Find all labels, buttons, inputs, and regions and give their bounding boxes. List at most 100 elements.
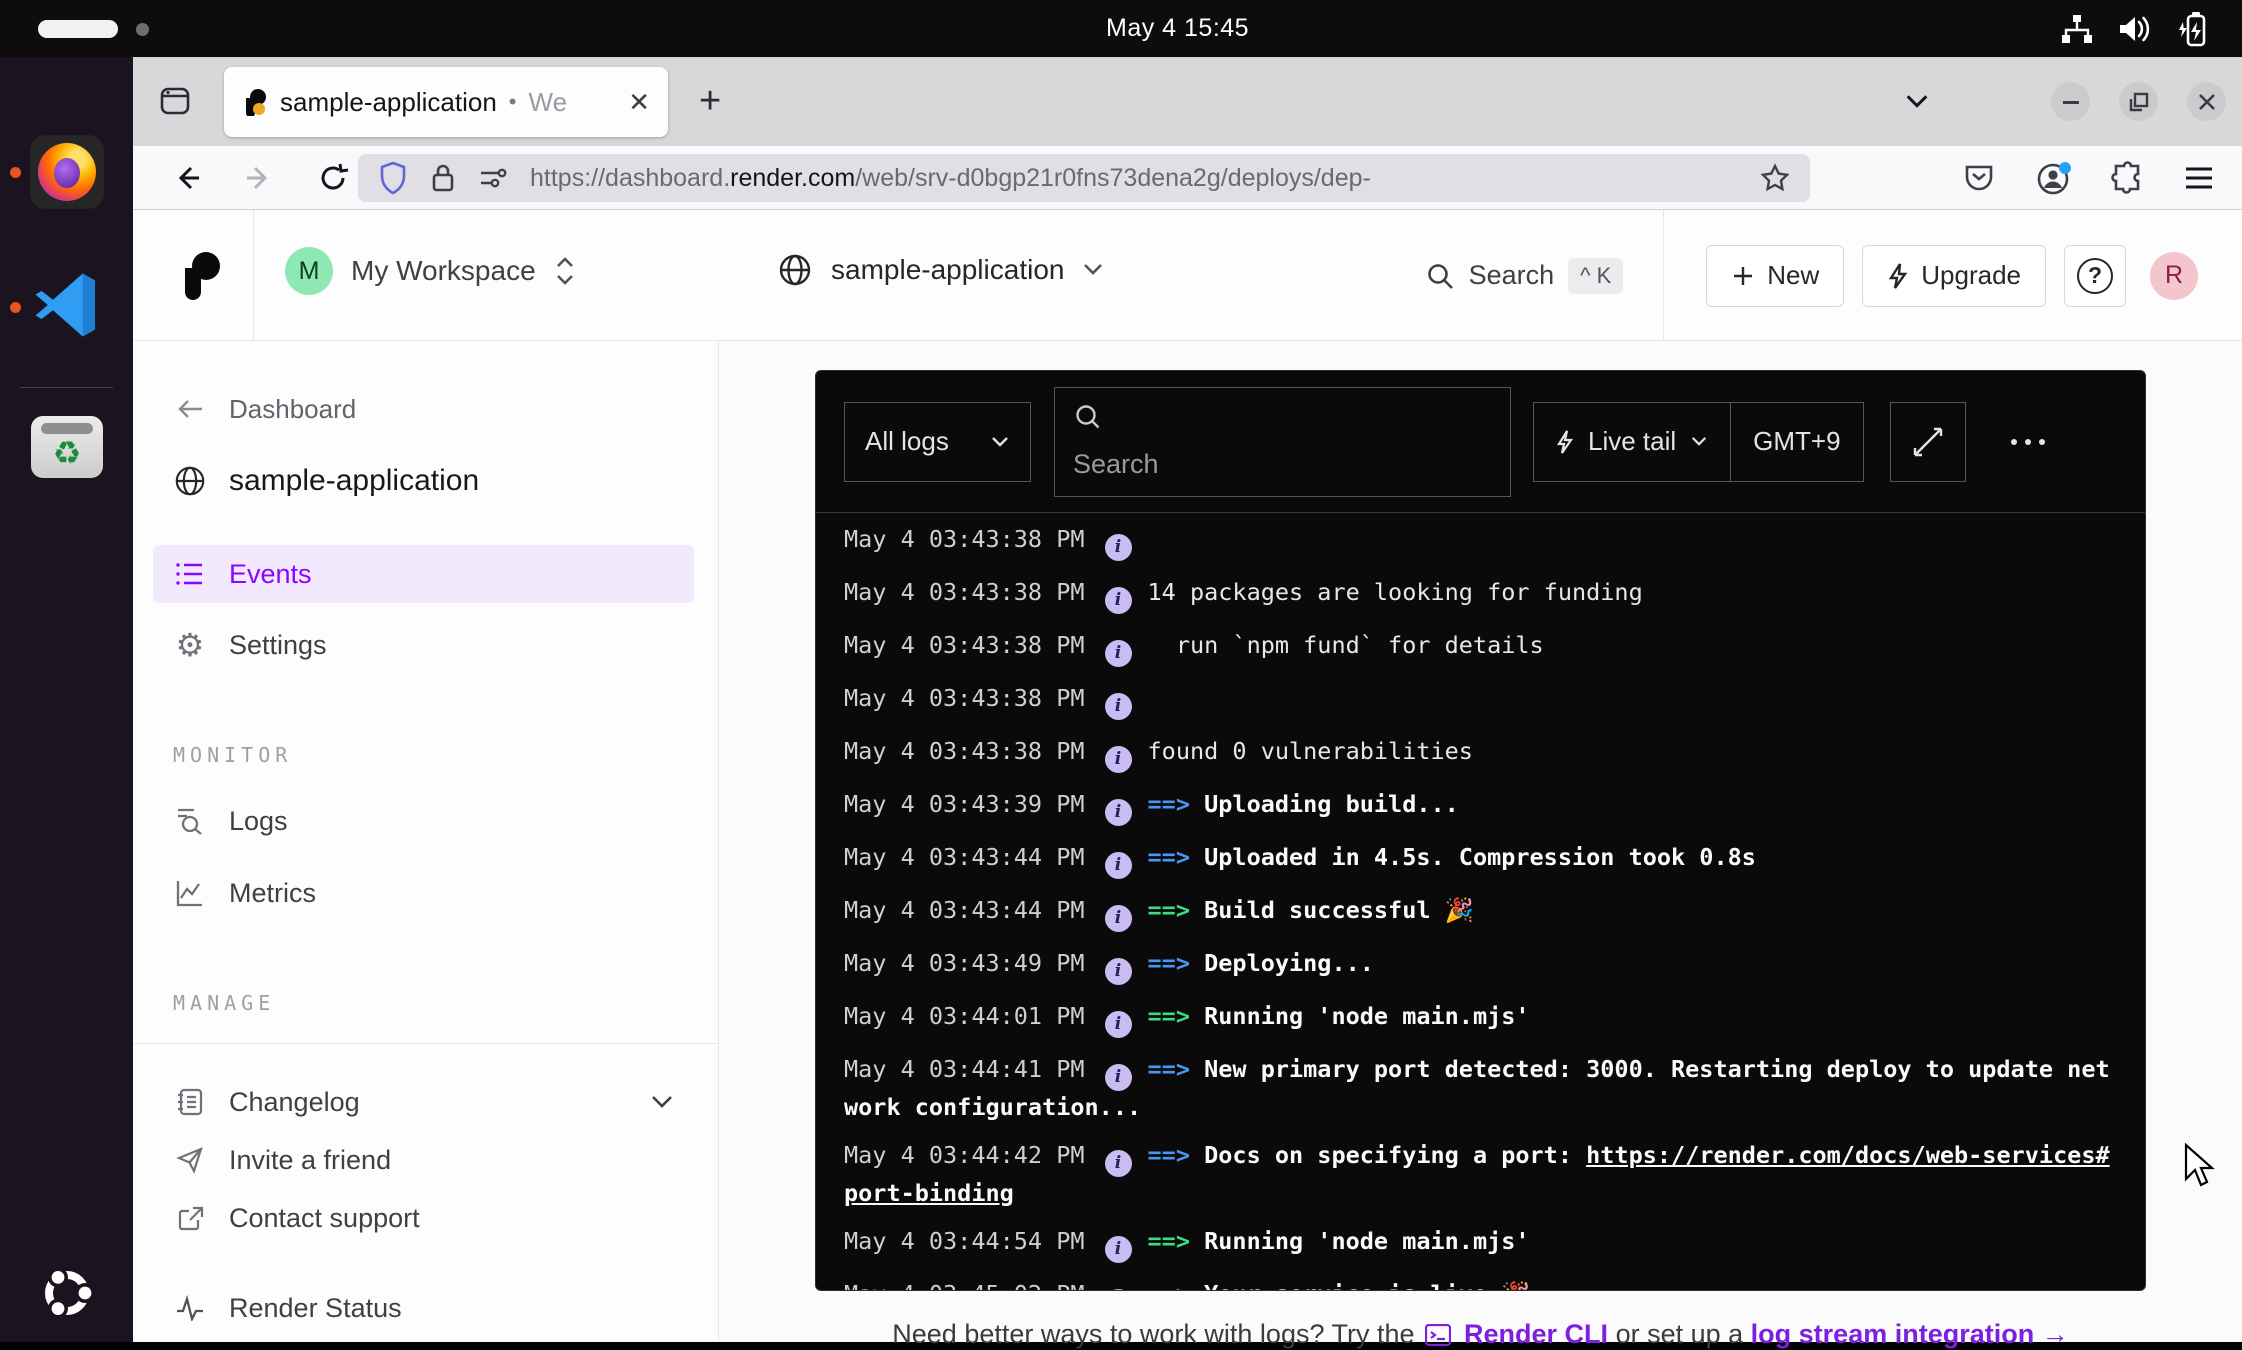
info-icon: i (1105, 1289, 1132, 1291)
menu-hamburger-icon[interactable] (2183, 164, 2215, 192)
upgrade-button[interactable]: Upgrade (1862, 245, 2046, 307)
log-filter-dropdown[interactable]: All logs (844, 402, 1031, 482)
battery-charging-icon[interactable] (2176, 10, 2212, 48)
timezone-button[interactable]: GMT+9 (1731, 403, 1862, 481)
url-domain: render.com (730, 164, 855, 192)
workspace-name: My Workspace (351, 255, 536, 287)
log-arrow: ==> (1148, 1055, 1205, 1083)
render-cli-link[interactable]: Render CLI (1464, 1319, 1608, 1349)
log-timestamp: May 4 03:44:42 PM (844, 1141, 1085, 1169)
sidebar-item-metrics[interactable]: Metrics (133, 869, 718, 917)
tab-title-truncated: We (529, 87, 568, 118)
log-timestamp: May 4 03:43:38 PM (844, 631, 1085, 659)
workspace-switcher[interactable]: M My Workspace (285, 247, 576, 295)
log-output[interactable]: May 4 03:43:38 PMiMay 4 03:43:38 PMi14 p… (816, 513, 2145, 1291)
system-tray[interactable] (2060, 10, 2212, 48)
log-toolbar: All logs Search Live tai (816, 371, 2145, 513)
bookmark-star-icon[interactable] (1760, 163, 1790, 193)
log-arrow: ==> (1148, 949, 1205, 977)
sidebar-back-dashboard[interactable]: Dashboard (133, 385, 718, 433)
sidebar-item-support[interactable]: Contact support (133, 1194, 718, 1242)
status-pulse-icon (173, 1295, 207, 1321)
support-label: Contact support (229, 1203, 420, 1234)
sidebar-service-title[interactable]: sample-application (133, 457, 718, 505)
dock-vscode-icon[interactable] (29, 267, 105, 343)
list-tabs-chevron-icon[interactable] (1903, 89, 1931, 113)
log-message: Uploaded in 4.5s. Compression took 0.8s (1204, 843, 1756, 871)
forward-button[interactable] (241, 160, 277, 196)
log-row: May 4 03:43:38 PMi run `npm fund` for de… (844, 629, 2117, 667)
tab-bar: sample-application • We ✕ + (133, 57, 2242, 146)
logs-search-icon (173, 806, 207, 836)
log-message: Build successful 🎉 (1204, 896, 1474, 924)
search-shortcut-badge: ^ K (1568, 258, 1623, 294)
permissions-icon[interactable] (478, 164, 508, 192)
global-search[interactable]: Search ^ K (1425, 258, 1624, 294)
render-logo[interactable] (177, 250, 223, 300)
log-panel: All logs Search Live tai (815, 370, 2146, 1291)
log-arrow: ==> (1148, 896, 1205, 924)
tracking-protection-shield-icon[interactable] (378, 161, 408, 195)
window-close-button[interactable] (2187, 82, 2226, 121)
service-selector[interactable]: sample-application (777, 252, 1104, 288)
mouse-cursor (2183, 1143, 2217, 1191)
system-top-bar: May 4 15:45 (0, 0, 2242, 57)
log-stream-integration-link[interactable]: log stream integration → (1751, 1319, 2069, 1349)
volume-icon[interactable] (2116, 12, 2154, 46)
account-avatar[interactable]: R (2150, 252, 2198, 300)
extensions-icon[interactable] (2111, 161, 2145, 195)
help-button[interactable]: ? (2064, 245, 2126, 307)
firefox-view-icon[interactable] (157, 83, 193, 119)
sidebar-item-settings[interactable]: ⚙ Settings (133, 621, 718, 669)
sidebar-item-render-status[interactable]: Render Status (133, 1284, 718, 1332)
ubuntu-logo-icon[interactable] (36, 1262, 98, 1324)
chevron-down-icon[interactable] (650, 1094, 674, 1110)
reload-button[interactable] (315, 160, 351, 196)
window-maximize-button[interactable] (2119, 82, 2158, 121)
vscode-icon (32, 270, 102, 340)
info-icon: i (1105, 799, 1132, 826)
info-icon: i (1105, 1150, 1132, 1177)
url-bar[interactable]: https://dashboard.render.com/web/srv-d0b… (358, 154, 1810, 202)
tab-close-button[interactable]: ✕ (628, 87, 650, 118)
sidebar-item-logs[interactable]: Logs (133, 797, 718, 845)
log-arrow: ==> (1148, 1002, 1205, 1030)
browser-tab[interactable]: sample-application • We ✕ (224, 67, 668, 137)
pocket-icon[interactable] (1963, 163, 1995, 193)
log-message: 14 packages are looking for funding (1148, 578, 1643, 606)
log-row: May 4 03:43:38 PMi (844, 523, 2117, 561)
workspace-indicator-dot[interactable] (136, 23, 149, 36)
sidebar-item-changelog[interactable]: Changelog (133, 1078, 718, 1126)
vscode-running-dot (10, 302, 21, 313)
firefox-running-dot (10, 167, 21, 178)
network-icon[interactable] (2060, 13, 2094, 45)
search-icon (1073, 402, 1103, 432)
system-clock[interactable]: May 4 15:45 (1106, 14, 1249, 43)
dock-trash-icon[interactable]: ♻ (29, 409, 105, 485)
footer-text: Need better ways to work with logs? Try … (892, 1319, 1414, 1349)
url-text[interactable]: https://dashboard.render.com/web/srv-d0b… (530, 164, 1738, 193)
account-icon[interactable] (2035, 160, 2073, 198)
url-prefix: https://dashboard. (530, 164, 730, 192)
sidebar-item-invite[interactable]: Invite a friend (133, 1136, 718, 1184)
log-timestamp: May 4 03:44:41 PM (844, 1055, 1085, 1083)
back-button[interactable] (169, 160, 205, 196)
lock-icon[interactable] (430, 162, 456, 194)
log-row: May 4 03:44:01 PMi==> Running 'node main… (844, 1000, 2117, 1038)
log-timestamp: May 4 03:44:01 PM (844, 1002, 1085, 1030)
log-search-input[interactable]: Search (1054, 387, 1511, 497)
log-message: found 0 vulnerabilities (1148, 737, 1473, 765)
tab-separator: • (509, 89, 517, 115)
new-button-label: New (1767, 260, 1819, 291)
new-tab-button[interactable]: + (699, 79, 721, 123)
log-more-options-button[interactable] (2011, 439, 2045, 445)
dock-firefox-icon[interactable] (29, 134, 105, 210)
log-message: run `npm fund` for details (1148, 631, 1544, 659)
log-row: May 4 03:43:44 PMi==> Build successful 🎉 (844, 894, 2117, 932)
new-button[interactable]: New (1706, 245, 1844, 307)
sidebar-item-events[interactable]: Events (153, 545, 694, 603)
live-tail-dropdown[interactable]: Live tail (1534, 403, 1730, 481)
window-minimize-button[interactable] (2051, 82, 2090, 121)
workspace-indicator-pill[interactable] (38, 20, 118, 38)
expand-logs-button[interactable] (1890, 402, 1966, 482)
